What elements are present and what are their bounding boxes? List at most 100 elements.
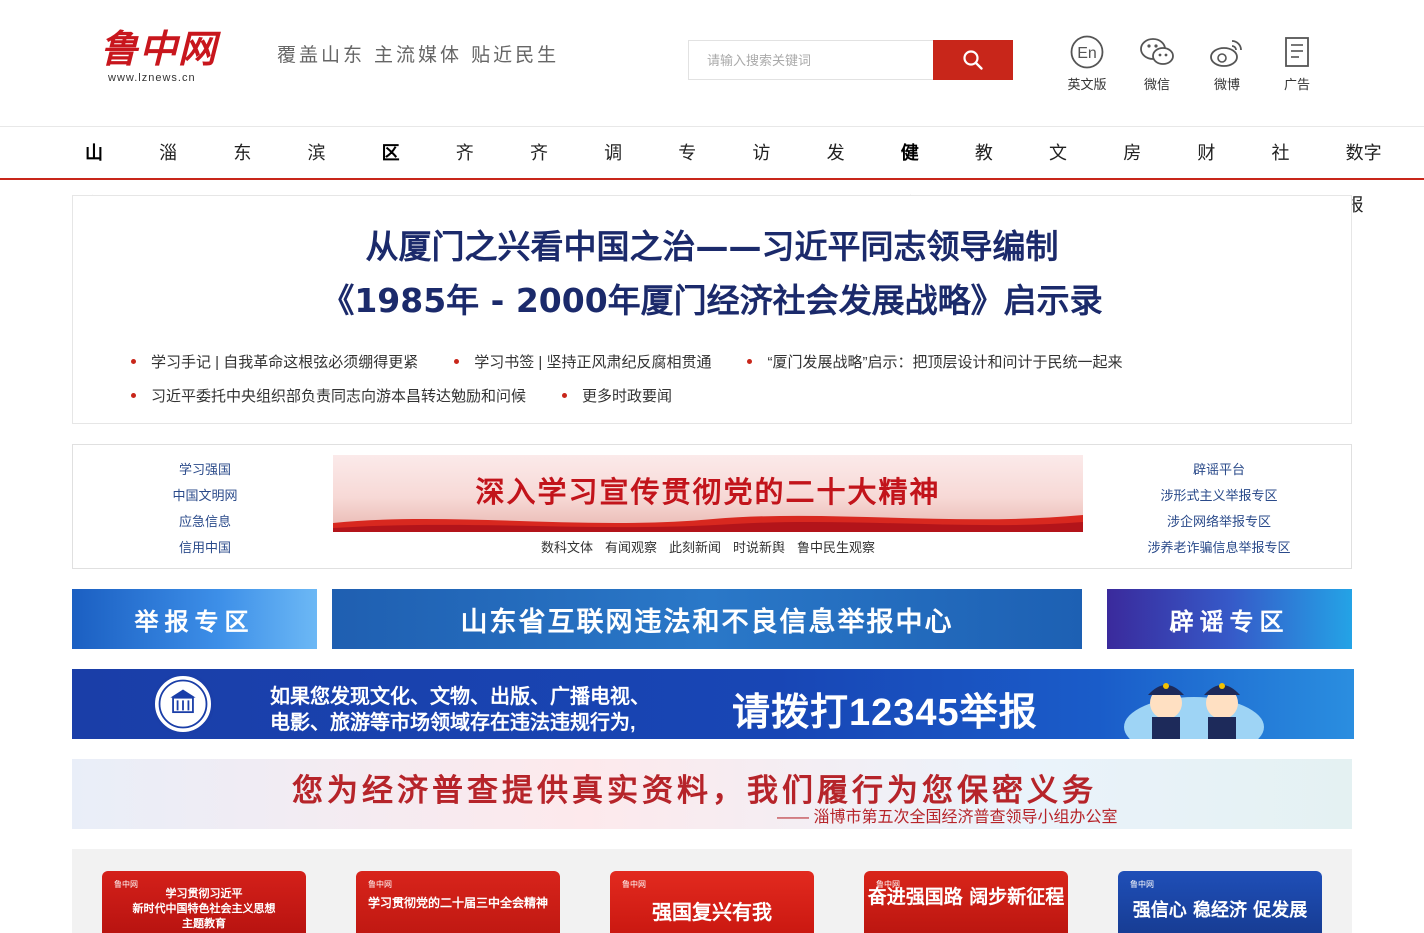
nav-item[interactable]: 齐观	[519, 127, 571, 215]
special-topics: 鲁中网 学习贯彻习近平 新时代中国特色社会主义思想 主题教育 鲁中网 学习贯彻党的二十…	[72, 849, 1352, 933]
banner-panel: 学习强国 中国文明网 应急信息 信用中国 深入学习宣传贯彻党的二十大精神 数科文体 有闻…	[72, 444, 1352, 569]
tool-english[interactable]: En 英文版	[1055, 34, 1119, 94]
tool-label: 微信	[1143, 77, 1170, 92]
sub-links: 数科文体 有闻观察 此刻新闻 时说新舆 鲁中民生观察	[333, 537, 1083, 556]
nav-item[interactable]: 山东	[74, 127, 126, 215]
topic-card[interactable]: 鲁中网 学习贯彻习近平 新时代中国特色社会主义思想 主题教育	[102, 871, 306, 933]
topic-title: 强国复兴有我	[652, 900, 772, 924]
tool-wechat[interactable]: 微信	[1125, 34, 1189, 94]
weibo-icon	[1210, 40, 1242, 67]
headline-link[interactable]: 习近平委托中央组织部负责同志向游本昌转达勉励和问候	[131, 385, 526, 406]
report-row: 举报专区 山东省互联网违法和不良信息举报中心 辟谣专区	[72, 589, 1352, 649]
nav-item[interactable]: 齐评	[445, 127, 497, 215]
side-link[interactable]: 信用中国	[85, 535, 325, 561]
nav-item[interactable]: 社会	[1261, 127, 1313, 215]
sub-link[interactable]: 时说新舆	[733, 540, 785, 555]
topic-card[interactable]: 鲁中网强信心 稳经济 促发展	[1118, 871, 1322, 933]
nav-item[interactable]: 东营	[222, 127, 274, 215]
side-link[interactable]: 涉形式主义举报专区	[1099, 483, 1339, 509]
hotline-text-1: 如果您发现文化、文物、出版、广播电视、	[270, 686, 650, 708]
side-link[interactable]: 学习强国	[85, 457, 325, 483]
sub-link[interactable]: 有闻观察	[605, 540, 657, 555]
site-logo[interactable]: 鲁中网 www.lznews.cn	[100, 26, 230, 88]
headline-link[interactable]: 学习手记 | 自我革命这根弦必须绷得更紧	[131, 351, 418, 372]
logo-url: www.lznews.cn	[108, 72, 196, 84]
logo-text: 鲁中网	[100, 26, 218, 71]
side-link[interactable]: 中国文明网	[85, 483, 325, 509]
hotline-number: 请拨打12345举报	[732, 692, 1038, 734]
headline-links: 学习手记 | 自我革命这根弦必须绷得更紧 学习书签 | 坚持正风肃纪反腐相贯通 “厦…	[131, 344, 1311, 412]
wechat-icon	[1140, 38, 1174, 65]
party-congress-banner[interactable]: 深入学习宣传贯彻党的二十大精神	[333, 455, 1083, 532]
left-links: 学习强国 中国文明网 应急信息 信用中国	[85, 457, 325, 561]
nav-item[interactable]: 教育	[964, 127, 1016, 215]
topic-logo-mark: 鲁中网	[1130, 880, 1154, 889]
nav-item[interactable]: 房产	[1112, 127, 1164, 215]
headline-line-2: 《1985年 - 2000年厦门经济社会发展战略》启示录	[321, 281, 1103, 320]
nav-item[interactable]: 区县	[371, 127, 423, 215]
site-header: 鲁中网 www.lznews.cn 覆盖山东 主流媒体 贴近民生 En 英文版	[0, 0, 1424, 126]
tool-label: 微博	[1213, 77, 1240, 92]
tool-label: 英文版	[1067, 77, 1107, 92]
report-center-banner[interactable]: 山东省互联网违法和不良信息举报中心	[332, 589, 1082, 649]
nav-item[interactable]: 访谈	[741, 127, 793, 215]
tool-ad[interactable]: 广告	[1265, 34, 1329, 94]
headline-line-1: 从厦门之兴看中国之治——习近平同志领导编制	[365, 227, 1059, 266]
wave-decoration	[333, 515, 1083, 532]
topic-title: 学习贯彻党的二十届三中全会精神	[367, 896, 548, 910]
nav-item[interactable]: 健康	[890, 127, 942, 215]
topic-card[interactable]: 鲁中网学习贯彻党的二十届三中全会精神	[356, 871, 560, 933]
law-enforcement-emblem-icon	[152, 673, 214, 735]
census-subtitle: —— 淄博市第五次全国经济普查领导小组办公室	[777, 809, 1118, 826]
search-button[interactable]	[933, 40, 1013, 80]
nav-item[interactable]: 文旅	[1038, 127, 1090, 215]
svg-text:En: En	[1077, 45, 1097, 62]
nav-item[interactable]: 数字报	[1335, 127, 1402, 215]
report-zone-button[interactable]: 举报专区	[72, 589, 317, 649]
main-nav: 山东淄博东营滨州区县齐评齐观调查专题访谈发布健康教育文旅房产财经社会数字报	[0, 126, 1424, 215]
officer-cartoon-icon	[1124, 683, 1264, 739]
hotline-text-2: 电影、旅游等市场领域存在违法违规行为,	[270, 712, 636, 734]
headline-link[interactable]: “厦门发展战略”启示：把顶层设计和问计于民统一起来	[747, 351, 1122, 372]
topic-title: 奋进强国路 阔步新征程	[867, 886, 1065, 908]
nav-item[interactable]: 调查	[593, 127, 645, 215]
tool-weibo[interactable]: 微博	[1195, 34, 1259, 94]
search-input[interactable]	[688, 40, 934, 80]
ad-icon	[1285, 37, 1309, 67]
topic-title: 学习贯彻习近平 新时代中国特色社会主义思想 主题教育	[132, 887, 276, 930]
topic-card[interactable]: 鲁中网 奋进强国路 阔步新征程	[864, 871, 1068, 933]
english-icon: En	[1070, 35, 1104, 69]
headline-links-row: 学习手记 | 自我革命这根弦必须绷得更紧 学习书签 | 坚持正风肃纪反腐相贯通 “厦…	[131, 344, 1311, 378]
topic-logo-mark: 鲁中网	[368, 880, 392, 889]
rumor-zone-button[interactable]: 辟谣专区	[1107, 589, 1352, 649]
side-link[interactable]: 辟谣平台	[1099, 457, 1339, 483]
topic-card[interactable]: 鲁中网强国复兴有我	[610, 871, 814, 933]
tool-label: 广告	[1283, 77, 1310, 92]
topic-title: 强信心 稳经济 促发展	[1132, 900, 1308, 921]
sub-link[interactable]: 鲁中民生观察	[797, 540, 875, 555]
header-tools: En 英文版 微信 微博 广告	[1055, 34, 1335, 94]
hotline-banner[interactable]: 如果您发现文化、文物、出版、广播电视、 电影、旅游等市场领域存在违法违规行为, …	[72, 669, 1354, 739]
nav-item[interactable]: 发布	[816, 127, 868, 215]
nav-items: 山东淄博东营滨州区县齐评齐观调查专题访谈发布健康教育文旅房产财经社会数字报	[74, 127, 1424, 215]
nav-item[interactable]: 滨州	[296, 127, 348, 215]
side-link[interactable]: 涉企网络举报专区	[1099, 509, 1339, 535]
headline-box: 从厦门之兴看中国之治——习近平同志领导编制 《1985年 - 2000年厦门经济…	[72, 195, 1352, 424]
side-link[interactable]: 涉养老诈骗信息举报专区	[1099, 535, 1339, 561]
nav-item[interactable]: 淄博	[148, 127, 200, 215]
sub-link[interactable]: 数科文体	[541, 540, 593, 555]
headline-link[interactable]: 学习书签 | 坚持正风肃纪反腐相贯通	[454, 351, 711, 372]
headline-title[interactable]: 从厦门之兴看中国之治——习近平同志领导编制 《1985年 - 2000年厦门经济…	[73, 220, 1351, 328]
search-bar	[688, 40, 1013, 80]
topic-logo-mark: 鲁中网	[622, 880, 646, 889]
census-banner[interactable]: 您为经济普查提供真实资料，我们履行为您保密义务 —— 淄博市第五次全国经济普查领…	[72, 759, 1352, 829]
nav-item[interactable]: 财经	[1186, 127, 1238, 215]
side-link[interactable]: 应急信息	[85, 509, 325, 535]
banner-title: 深入学习宣传贯彻党的二十大精神	[475, 475, 941, 509]
headline-links-row: 习近平委托中央组织部负责同志向游本昌转达勉励和问候 更多时政要闻	[131, 378, 1311, 412]
site-slogan: 覆盖山东 主流媒体 贴近民生	[277, 44, 560, 66]
nav-item[interactable]: 专题	[667, 127, 719, 215]
headline-link[interactable]: 更多时政要闻	[562, 385, 672, 406]
right-links: 辟谣平台 涉形式主义举报专区 涉企网络举报专区 涉养老诈骗信息举报专区	[1099, 457, 1339, 561]
sub-link[interactable]: 此刻新闻	[669, 540, 721, 555]
